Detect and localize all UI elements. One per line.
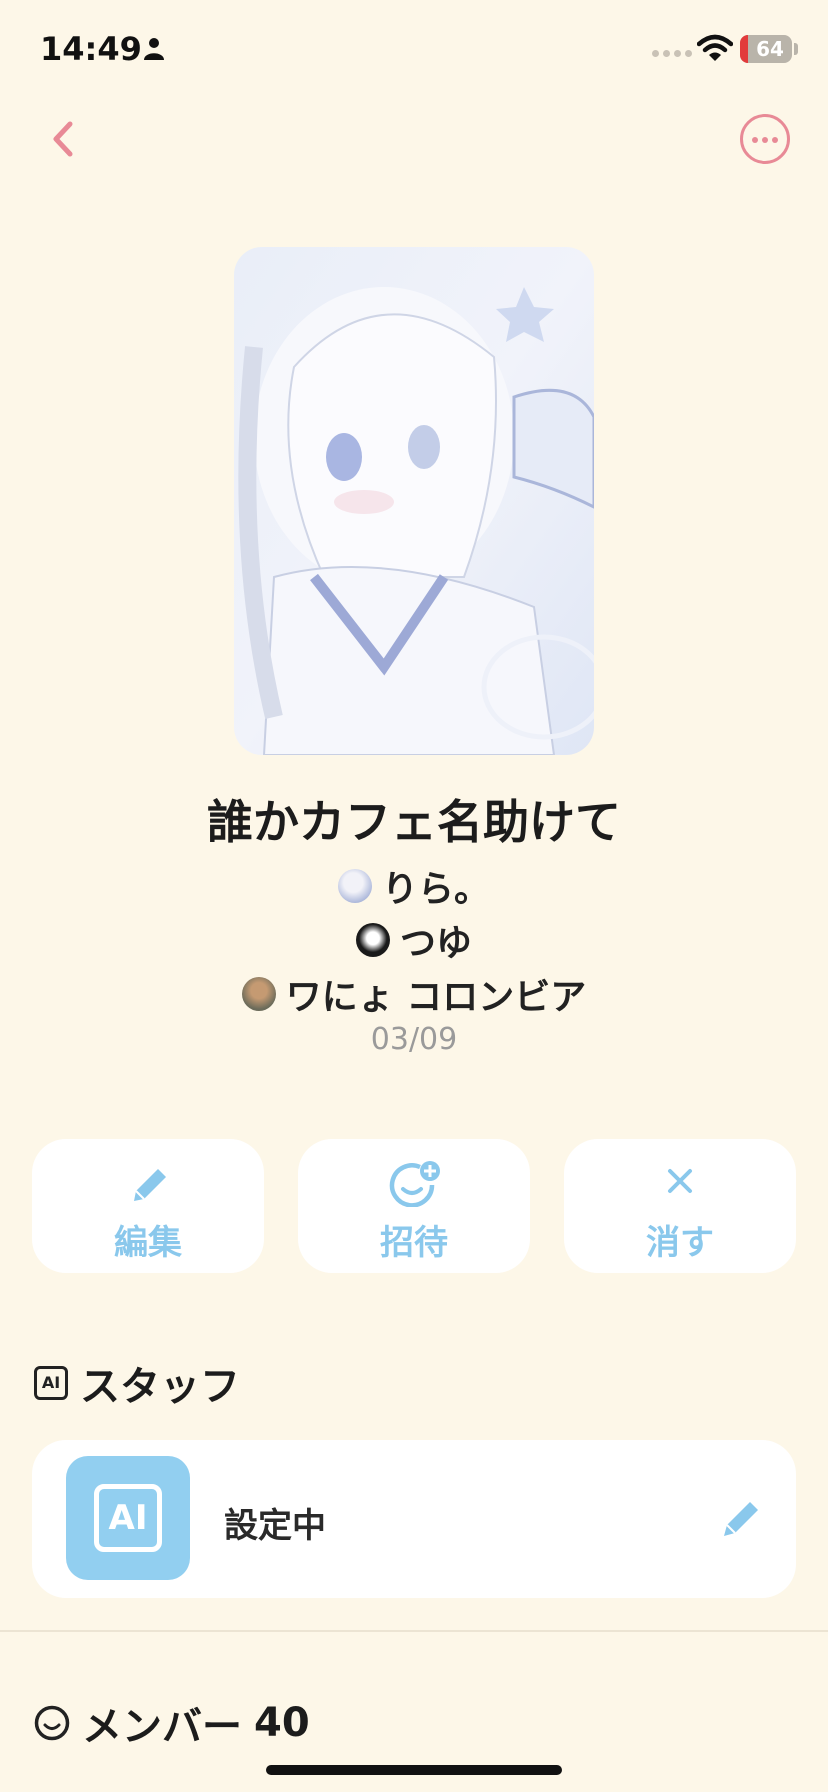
status-bar: 14:49 64 [0, 0, 828, 100]
member-name: ワにょ コロンビア [285, 977, 587, 1018]
member-avatar [241, 977, 276, 1011]
room-cover-image[interactable] [234, 247, 594, 755]
divider [0, 1630, 828, 1632]
delete-button[interactable]: 消す [564, 1139, 796, 1273]
members-section-title: メンバー 40 [34, 1694, 310, 1752]
battery-tip [794, 43, 798, 55]
staff-title: スタッフ [80, 1364, 240, 1410]
close-icon [668, 1169, 692, 1193]
members-count: 40 [254, 1700, 310, 1746]
pencil-icon[interactable] [720, 1496, 764, 1540]
member-avatar [337, 869, 372, 903]
ai-badge-text: AI [94, 1484, 162, 1552]
delete-label: 消す [646, 1223, 714, 1263]
cover-illustration [234, 247, 594, 755]
staff-card[interactable]: AI 設定中 [32, 1440, 796, 1598]
status-time: 14:49 [40, 30, 142, 68]
members-title: メンバー [82, 1704, 242, 1750]
ellipsis-circle-icon [752, 137, 758, 143]
back-button[interactable] [40, 110, 90, 170]
staff-section-title: AI スタッフ [34, 1354, 240, 1412]
edit-label: 編集 [114, 1223, 182, 1263]
battery-icon: 64 [740, 35, 792, 63]
member-row[interactable]: ワにょ コロンビア [0, 968, 828, 1020]
member-row[interactable]: つゆ [0, 914, 828, 966]
invite-label: 招待 [380, 1223, 448, 1263]
smiley-icon [34, 1705, 70, 1741]
cellular-signal-icon [652, 50, 692, 57]
chevron-left-icon [53, 121, 73, 157]
ai-staff-avatar: AI [66, 1456, 190, 1580]
add-face-icon [389, 1161, 440, 1207]
room-title: 誰かカフェ名助けて [207, 795, 621, 849]
home-indicator[interactable] [266, 1765, 562, 1775]
edit-button[interactable]: 編集 [32, 1139, 264, 1273]
member-name: つゆ [399, 923, 472, 964]
member-name: りら。 [381, 869, 490, 910]
pencil-icon [134, 1169, 166, 1201]
more-options-button[interactable] [740, 114, 790, 164]
ai-icon: AI [34, 1366, 68, 1400]
wifi-icon [697, 34, 733, 61]
battery-level: 64 [756, 37, 784, 61]
member-row[interactable]: りら。 [0, 860, 828, 912]
room-date: 03/09 [370, 1022, 458, 1057]
invite-button[interactable]: 招待 [298, 1139, 530, 1273]
staff-status: 設定中 [224, 1506, 326, 1546]
person-icon [144, 38, 164, 60]
member-avatar [355, 923, 390, 957]
